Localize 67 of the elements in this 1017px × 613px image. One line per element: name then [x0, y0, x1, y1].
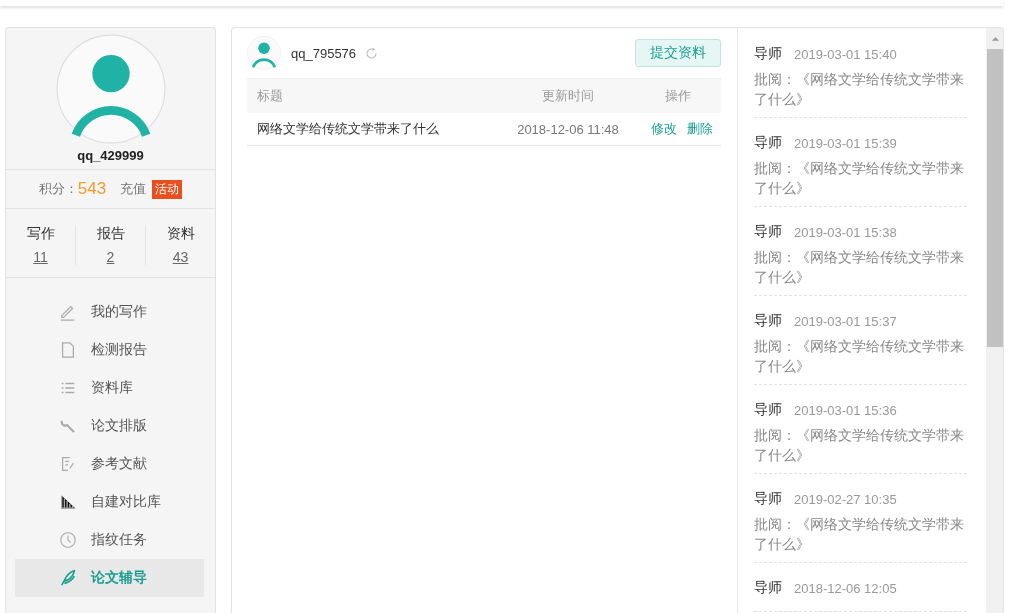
feed-comment: 批阅：《网络文学给传统文学带来了什么》: [754, 337, 965, 376]
submit-materials-button[interactable]: 提交资料: [635, 39, 721, 67]
stat-label: 报告: [96, 225, 125, 243]
sidebar-menu-item[interactable]: 检测报告: [15, 331, 204, 369]
menu-label: 自建对比库: [91, 493, 161, 511]
column-header: 操作: [664, 87, 692, 105]
feed-author: 导师: [754, 45, 782, 63]
feed-time: 2019-03-01 15:36: [794, 402, 897, 418]
feed-time: 2019-03-01 15:37: [794, 313, 897, 329]
stat-count-link[interactable]: 43: [172, 249, 189, 265]
points-label: 积分：: [38, 180, 78, 198]
feed-comment: 批阅：《网络文学给传统文学带来了什么》: [754, 515, 965, 554]
column-header: 标题: [257, 87, 284, 105]
feed-time: 2019-03-01 15:39: [794, 135, 897, 151]
feather-pen-icon: [59, 569, 77, 587]
feed-author: 导师: [754, 312, 782, 330]
feed-author: 导师: [754, 401, 782, 419]
stat-count-link[interactable]: 11: [33, 249, 48, 265]
sidebar-menu-item[interactable]: 我的写作: [15, 293, 204, 331]
scrollbar[interactable]: [986, 28, 1003, 613]
pencil-icon: [59, 303, 77, 321]
feed-author: 导师: [754, 490, 782, 508]
stat-count-link[interactable]: 2: [106, 249, 115, 265]
avatar-icon: [247, 36, 281, 70]
stat-label: 写作: [26, 225, 55, 243]
menu-label: 我的写作: [91, 303, 147, 321]
action-link[interactable]: 修改: [651, 120, 677, 138]
feed-author: 导师: [754, 134, 782, 152]
stat-label: 资料: [166, 225, 195, 243]
feed-comment: 批阅：《网络文学给传统文学带来了什么》: [754, 159, 965, 198]
feed-comment: 批阅：《网络文学给传统文学带来了什么》: [754, 248, 965, 287]
feed-comment: 批阅：《网络文学给传统文学带来了什么》: [754, 70, 965, 109]
table-cell-text: 网络文学给传统文学带来了什么: [257, 120, 440, 138]
clock-icon: [59, 531, 77, 549]
recharge-link[interactable]: 充值: [120, 180, 147, 198]
feed-time: 2019-03-01 15:40: [794, 46, 897, 62]
menu-label: 参考文献: [91, 455, 147, 473]
menu-label: 检测报告: [91, 341, 147, 359]
notes-icon: [59, 455, 77, 473]
menu-label: 论文辅导: [91, 569, 147, 587]
feed-author: 导师: [754, 223, 782, 241]
sidebar-menu-item[interactable]: 自建对比库: [15, 483, 204, 521]
action-link[interactable]: 删除: [687, 120, 713, 138]
feed-time: 2018-12-06 12:05: [794, 580, 897, 596]
feed-author: 导师: [754, 579, 782, 597]
points-value: 543: [77, 179, 107, 199]
menu-label: 论文排版: [91, 417, 147, 435]
student-name: qq_795576: [291, 45, 357, 61]
activity-badge[interactable]: 活动: [152, 179, 183, 199]
column-header: 更新时间: [541, 87, 595, 105]
bar-chart-icon: [59, 493, 77, 511]
table-cell-text: 2018-12-06 11:48: [516, 121, 620, 137]
document-icon: [59, 341, 77, 359]
menu-label: 资料库: [91, 379, 133, 397]
feed-time: 2019-03-01 15:38: [794, 224, 897, 240]
username: qq_429999: [77, 148, 144, 163]
sidebar-menu-item[interactable]: 参考文献: [15, 445, 204, 483]
feed-time: 2019-02-27 10:35: [794, 491, 897, 507]
scroll-up-arrow-icon[interactable]: [991, 36, 1000, 42]
sidebar-menu-item[interactable]: 资料库: [15, 369, 204, 407]
avatar-icon: [55, 34, 166, 144]
menu-label: 指纹任务: [91, 531, 147, 549]
feed-comment: 批阅：《网络文学给传统文学带来了什么》: [754, 426, 965, 465]
sidebar-menu-item[interactable]: 论文排版: [15, 407, 204, 445]
sidebar-menu-item[interactable]: 指纹任务: [15, 521, 204, 559]
refresh-icon: [364, 45, 380, 61]
wrench-icon: [59, 417, 77, 435]
